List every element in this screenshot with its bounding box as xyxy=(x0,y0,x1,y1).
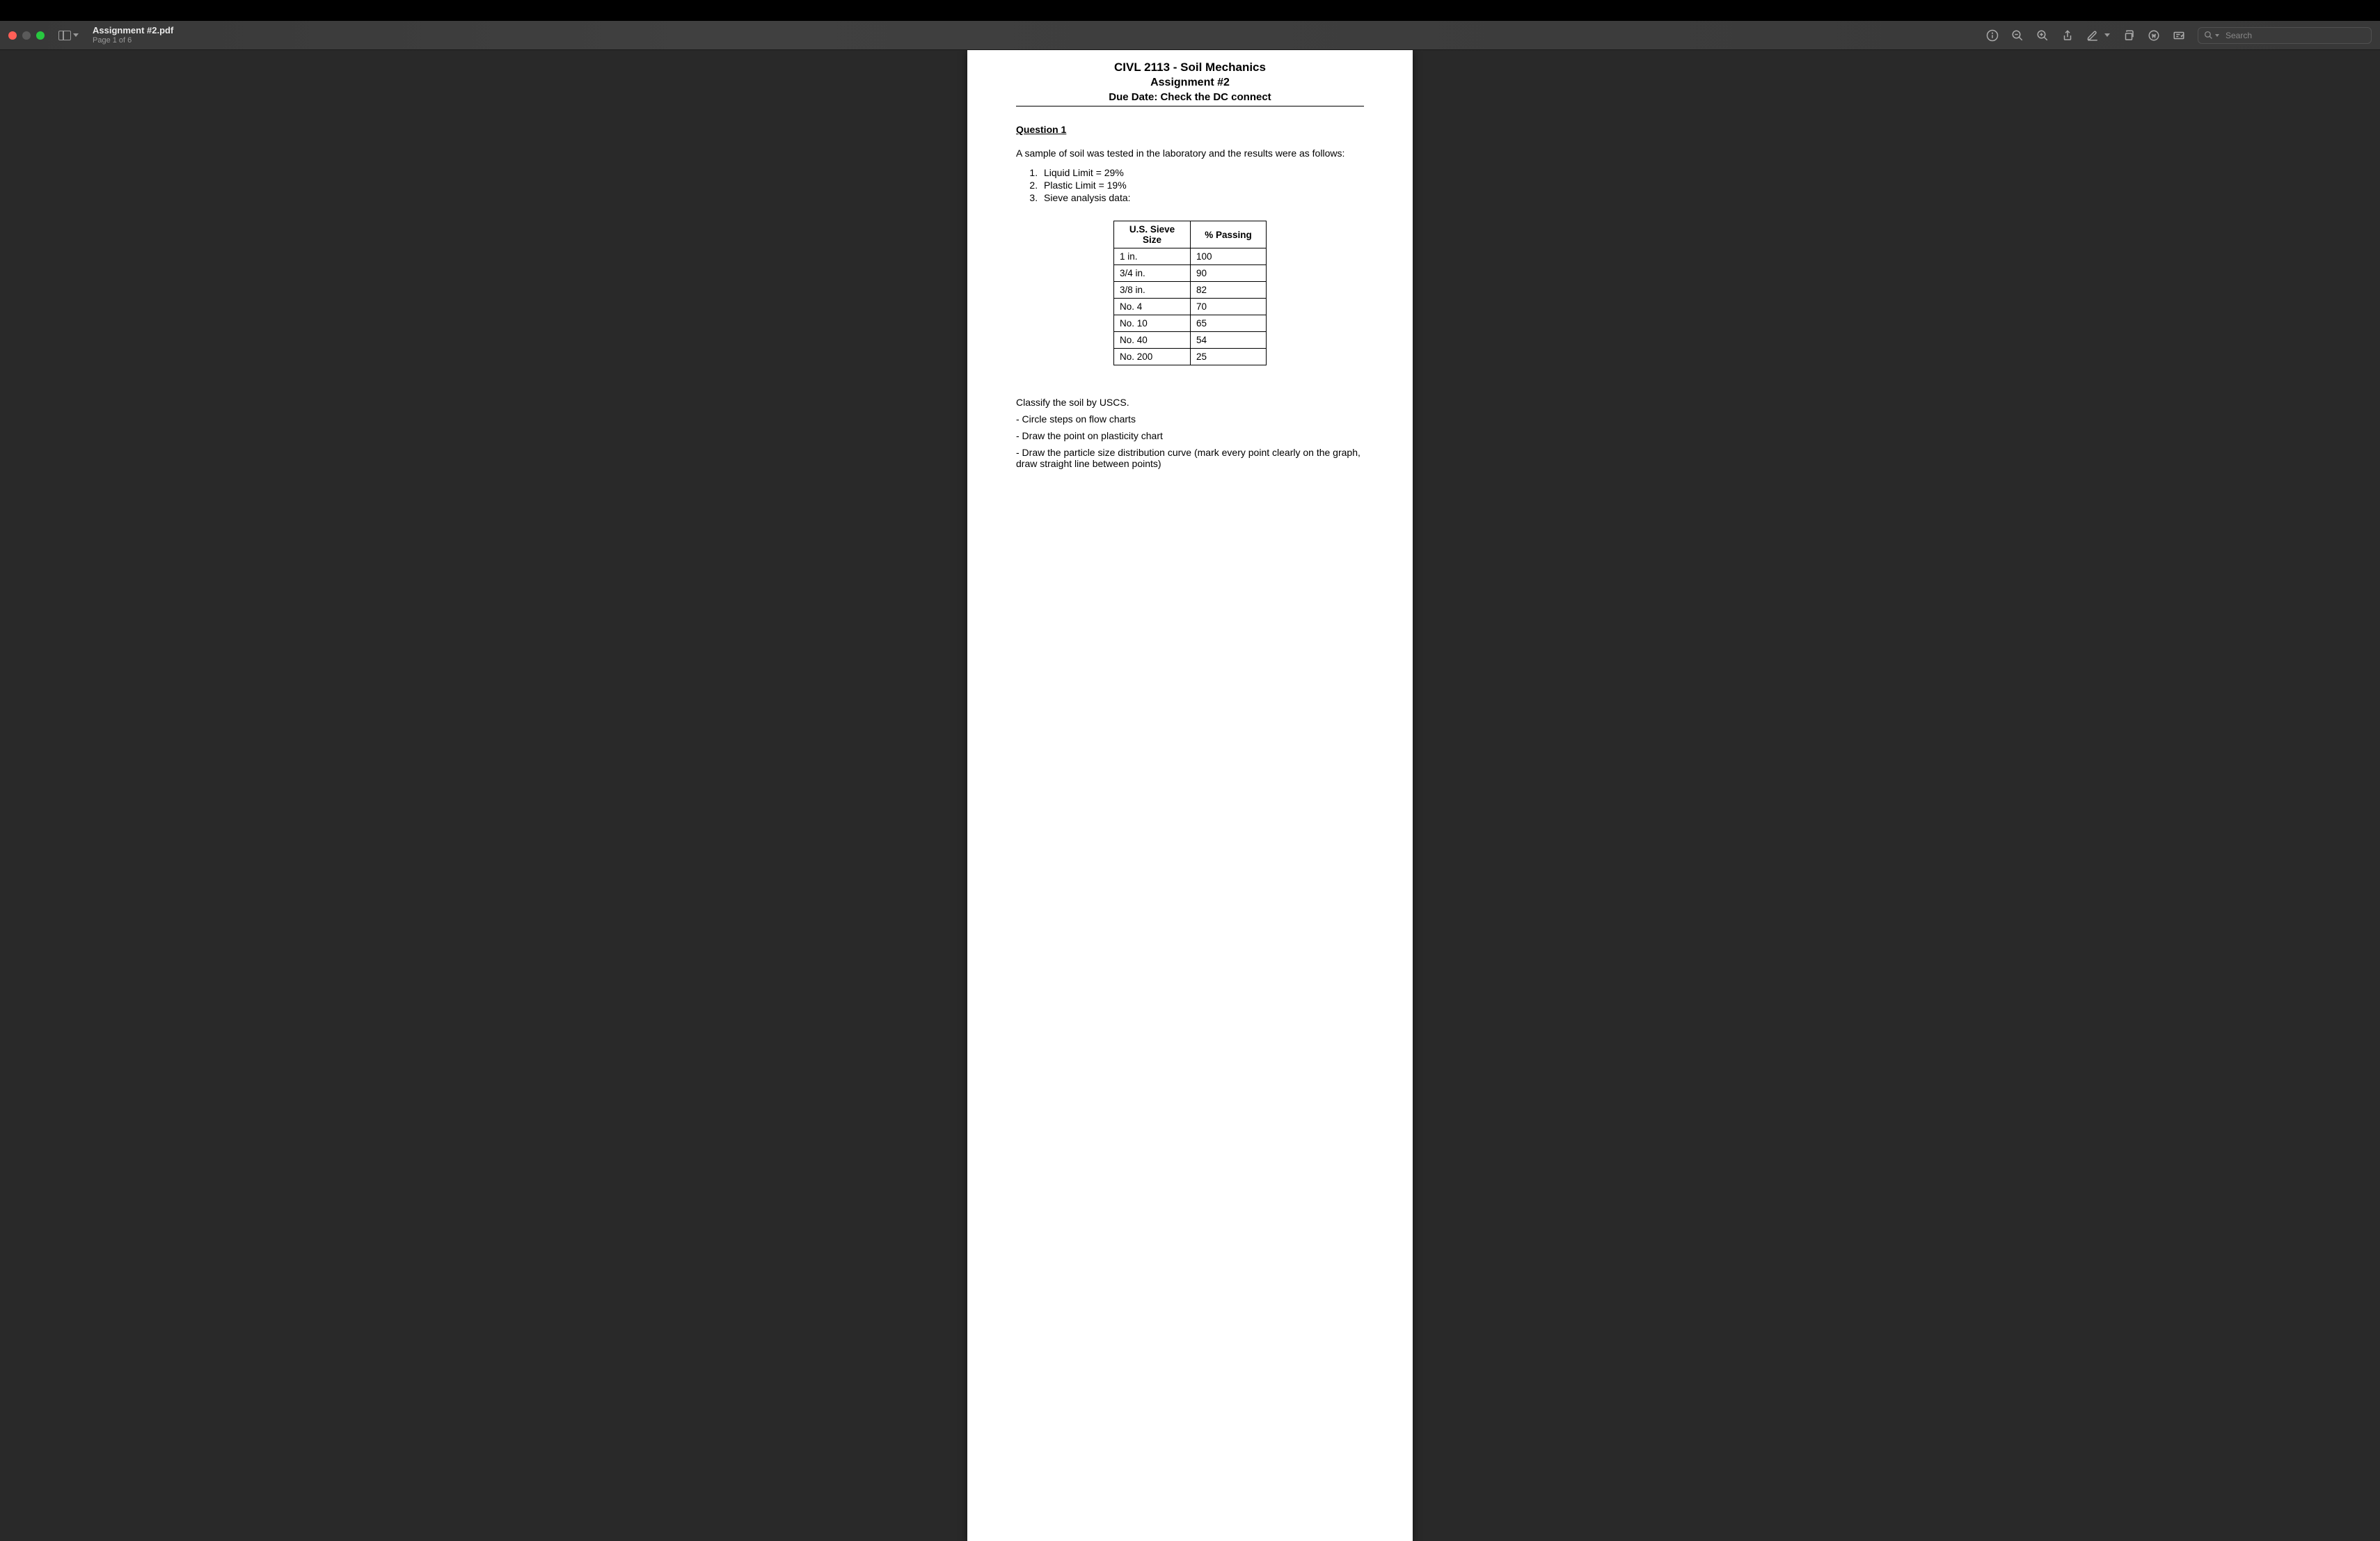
document-header: CIVL 2113 - Soil Mechanics Assignment #2… xyxy=(1016,61,1364,106)
search-input[interactable] xyxy=(2226,31,2365,40)
table-cell: 54 xyxy=(1191,332,1267,349)
task-text: - Draw the particle size distribution cu… xyxy=(1016,447,1364,469)
table-cell: 3/8 in. xyxy=(1114,282,1191,299)
table-cell: No. 200 xyxy=(1114,349,1191,365)
table-cell: 65 xyxy=(1191,315,1267,332)
document-title: Assignment #2.pdf xyxy=(93,25,173,36)
question-heading: Question 1 xyxy=(1016,124,1364,135)
zoom-out-icon[interactable] xyxy=(2011,29,2024,42)
table-cell: 70 xyxy=(1191,299,1267,315)
toolbar-right xyxy=(1986,27,2372,44)
content-area[interactable]: CIVL 2113 - Soil Mechanics Assignment #2… xyxy=(0,50,2380,1541)
title-group: Assignment #2.pdf Page 1 of 6 xyxy=(93,25,173,45)
highlight-icon[interactable] xyxy=(2086,29,2099,42)
sieve-table: U.S. Sieve Size % Passing 1 in. 100 3/4 … xyxy=(1113,221,1267,365)
list-item: Plastic Limit = 19% xyxy=(1040,180,1364,191)
info-icon[interactable] xyxy=(1986,29,1999,42)
search-field[interactable] xyxy=(2198,27,2372,44)
preview-window: Assignment #2.pdf Page 1 of 6 xyxy=(0,21,2380,1541)
rotate-icon[interactable] xyxy=(2123,29,2135,42)
due-date: Due Date: Check the DC connect xyxy=(1016,91,1364,103)
titlebar: Assignment #2.pdf Page 1 of 6 xyxy=(0,21,2380,50)
task-text: Classify the soil by USCS. xyxy=(1016,397,1364,408)
table-row: No. 4 70 xyxy=(1114,299,1267,315)
share-icon[interactable] xyxy=(2061,29,2074,42)
chevron-down-icon xyxy=(73,33,79,37)
minimize-button[interactable] xyxy=(22,31,31,40)
table-header: U.S. Sieve Size xyxy=(1114,221,1191,248)
table-cell: 1 in. xyxy=(1114,248,1191,265)
table-cell: 100 xyxy=(1191,248,1267,265)
table-cell: 90 xyxy=(1191,265,1267,282)
course-title: CIVL 2113 - Soil Mechanics xyxy=(1016,61,1364,74)
intro-text: A sample of soil was tested in the labor… xyxy=(1016,148,1364,159)
table-header: % Passing xyxy=(1191,221,1267,248)
table-row: 3/4 in. 90 xyxy=(1114,265,1267,282)
table-row: 1 in. 100 xyxy=(1114,248,1267,265)
list-item: Liquid Limit = 29% xyxy=(1040,167,1364,178)
maximize-button[interactable] xyxy=(36,31,45,40)
zoom-in-icon[interactable] xyxy=(2036,29,2049,42)
task-text: - Draw the point on plasticity chart xyxy=(1016,430,1364,441)
table-cell: No. 10 xyxy=(1114,315,1191,332)
table-row: 3/8 in. 82 xyxy=(1114,282,1267,299)
table-cell: No. 4 xyxy=(1114,299,1191,315)
close-button[interactable] xyxy=(8,31,17,40)
search-icon xyxy=(2204,31,2213,40)
table-cell: 3/4 in. xyxy=(1114,265,1191,282)
given-data-list: Liquid Limit = 29% Plastic Limit = 19% S… xyxy=(1040,167,1364,203)
table-cell: 25 xyxy=(1191,349,1267,365)
chevron-down-icon xyxy=(2215,34,2219,37)
task-text: - Circle steps on flow charts xyxy=(1016,413,1364,425)
markup-icon[interactable] xyxy=(2148,29,2160,42)
sidebar-icon xyxy=(58,31,71,40)
table-row: No. 40 54 xyxy=(1114,332,1267,349)
sidebar-toggle[interactable] xyxy=(58,31,79,40)
form-icon[interactable] xyxy=(2173,29,2185,42)
list-item: Sieve analysis data: xyxy=(1040,192,1364,203)
traffic-lights xyxy=(8,31,45,40)
table-row: No. 200 25 xyxy=(1114,349,1267,365)
chevron-down-icon[interactable] xyxy=(2104,33,2110,37)
table-cell: No. 40 xyxy=(1114,332,1191,349)
page-indicator: Page 1 of 6 xyxy=(93,36,173,45)
table-row: No. 10 65 xyxy=(1114,315,1267,332)
assignment-title: Assignment #2 xyxy=(1016,77,1364,89)
pdf-page: CIVL 2113 - Soil Mechanics Assignment #2… xyxy=(967,50,1413,1541)
table-cell: 82 xyxy=(1191,282,1267,299)
table-header-row: U.S. Sieve Size % Passing xyxy=(1114,221,1267,248)
